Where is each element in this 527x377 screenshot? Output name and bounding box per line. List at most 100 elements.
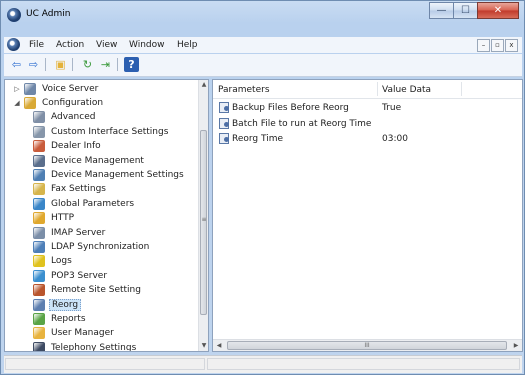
tree-item[interactable]: POP3 Server [33,269,109,282]
advanced-icon [33,111,45,124]
parameter-icon [219,133,229,144]
maximize-button[interactable]: ☐ [453,2,478,19]
scroll-left-arrow[interactable]: ◀ [214,342,224,349]
tree-item-label: HTTP [51,213,75,224]
ldap-icon [33,240,45,253]
list-item[interactable]: Reorg Time 03:00 [213,132,522,146]
scroll-right-arrow[interactable]: ▶ [511,342,521,349]
telephony-icon [33,341,45,351]
tree-item-label: Dealer Info [51,141,101,152]
tree-item[interactable]: Advanced [33,111,97,124]
status-panel [5,358,205,370]
tree-item[interactable]: LDAP Synchronization [33,240,151,253]
toolbar-separator [45,58,46,71]
close-button[interactable]: ✕ [477,2,519,19]
mdi-close-button[interactable]: x [505,39,518,52]
status-panel [207,358,520,370]
logs-icon [33,255,45,268]
tree-item[interactable]: Device Management Settings [33,168,186,181]
tree-vertical-scrollbar[interactable]: ▲ ≡ ▼ [198,80,208,351]
mdi-buttons: – ▫ x [477,39,518,52]
device-management-icon [33,154,45,167]
tree-item-label: Global Parameters [51,198,135,209]
tree-item[interactable]: Dealer Info [33,140,103,153]
tree-item-label: Reports [51,313,86,324]
scroll-up-arrow[interactable]: ▲ [199,81,208,88]
tree-item-label: Device Management Settings [51,169,184,180]
parameter-name: Batch File to run at Reorg Time [232,118,372,129]
tree-item[interactable]: User Manager [33,327,116,340]
custom-interface-icon [33,125,45,138]
caption-buttons: — ☐ ✕ [429,2,519,19]
parameter-value: 03:00 [382,134,408,144]
device-settings-icon [33,168,45,181]
user-manager-icon [33,327,45,340]
tree-item[interactable]: Reports [33,312,88,325]
parameter-value: True [382,103,402,113]
parameter-icon [219,102,229,113]
app-icon [7,8,21,22]
forward-icon[interactable]: ⇨ [26,57,41,72]
menu-window[interactable]: Window [129,40,165,50]
tree-item-label: Voice Server [42,83,99,94]
help-icon[interactable]: ? [124,57,139,72]
back-icon[interactable]: ⇦ [9,57,24,72]
reports-icon [33,312,45,325]
tree-item-label: Device Management [51,155,144,166]
tree-item-label: Reorg [49,298,82,311]
tree-item[interactable]: Global Parameters [33,197,136,210]
tree-item-label: Configuration [42,97,104,108]
refresh-icon[interactable]: ↻ [80,57,95,72]
main-window: UC Admin — ☐ ✕ File Action View Window H… [0,0,525,375]
list-item[interactable]: Backup Files Before Reorg True [213,101,522,115]
tree-item[interactable]: Reorg [33,298,82,311]
tree-item-label: Telephony Settings [51,342,137,352]
dealer-info-icon [33,140,45,153]
tree-item[interactable]: Custom Interface Settings [33,125,170,138]
export-list-icon[interactable]: ⇥ [98,57,113,72]
tree-item[interactable]: HTTP [33,212,76,225]
menu-view[interactable]: View [96,40,117,50]
tree-item[interactable]: ▷ Voice Server [13,82,100,95]
list-item[interactable]: Batch File to run at Reorg Time [213,117,522,131]
toolbar: ⇦ ⇨ ▣ ↻ ⇥ ? [4,54,522,77]
column-divider[interactable] [461,82,462,96]
menu-action[interactable]: Action [56,40,84,50]
horizontal-scroll-thumb[interactable]: III [227,341,507,350]
tree-item[interactable]: Device Management [33,154,146,167]
fax-icon [33,183,45,196]
minimize-button[interactable]: — [429,2,454,19]
menu-file[interactable]: File [29,40,44,50]
tree-item[interactable]: ◢ Configuration [13,96,105,109]
up-folder-icon[interactable]: ▣ [53,57,68,72]
title-bar[interactable]: UC Admin — ☐ ✕ [1,1,524,31]
tree-item[interactable]: IMAP Server [33,226,107,239]
column-header-parameters[interactable]: Parameters [218,85,270,95]
tree-item-label: Logs [51,256,72,267]
tree-item[interactable]: Remote Site Setting [33,284,143,297]
mdi-minimize-button[interactable]: – [477,39,490,52]
tree-item-label: Advanced [51,112,96,123]
status-bar [4,355,522,373]
toolbar-separator [72,58,73,71]
mdi-restore-button[interactable]: ▫ [491,39,504,52]
list-header: Parameters Value Data [213,80,522,99]
scroll-thumb[interactable]: ≡ [200,130,207,315]
tree-item-label: Custom Interface Settings [51,126,169,137]
scroll-down-arrow[interactable]: ▼ [199,342,208,349]
column-divider[interactable] [377,82,378,96]
menu-bar: File Action View Window Help – ▫ x [4,37,522,53]
expand-icon[interactable]: ▷ [13,85,21,93]
globe-icon [33,197,45,210]
column-header-value-data[interactable]: Value Data [382,85,431,95]
list-horizontal-scrollbar[interactable]: ◀ III ▶ [213,339,522,351]
scroll-grip-icon: ≡ [201,216,207,223]
menu-help[interactable]: Help [177,40,198,50]
tree-pane: ▷ Voice Server ◢ Configuration Advanced Custo… [4,79,209,352]
tree-item[interactable]: Telephony Settings [33,341,138,352]
document-menu-icon[interactable] [7,38,20,51]
collapse-icon[interactable]: ◢ [13,99,21,107]
tree-item[interactable]: Fax Settings [33,183,108,196]
tree-item[interactable]: Logs [33,255,74,268]
imap-icon [33,226,45,239]
